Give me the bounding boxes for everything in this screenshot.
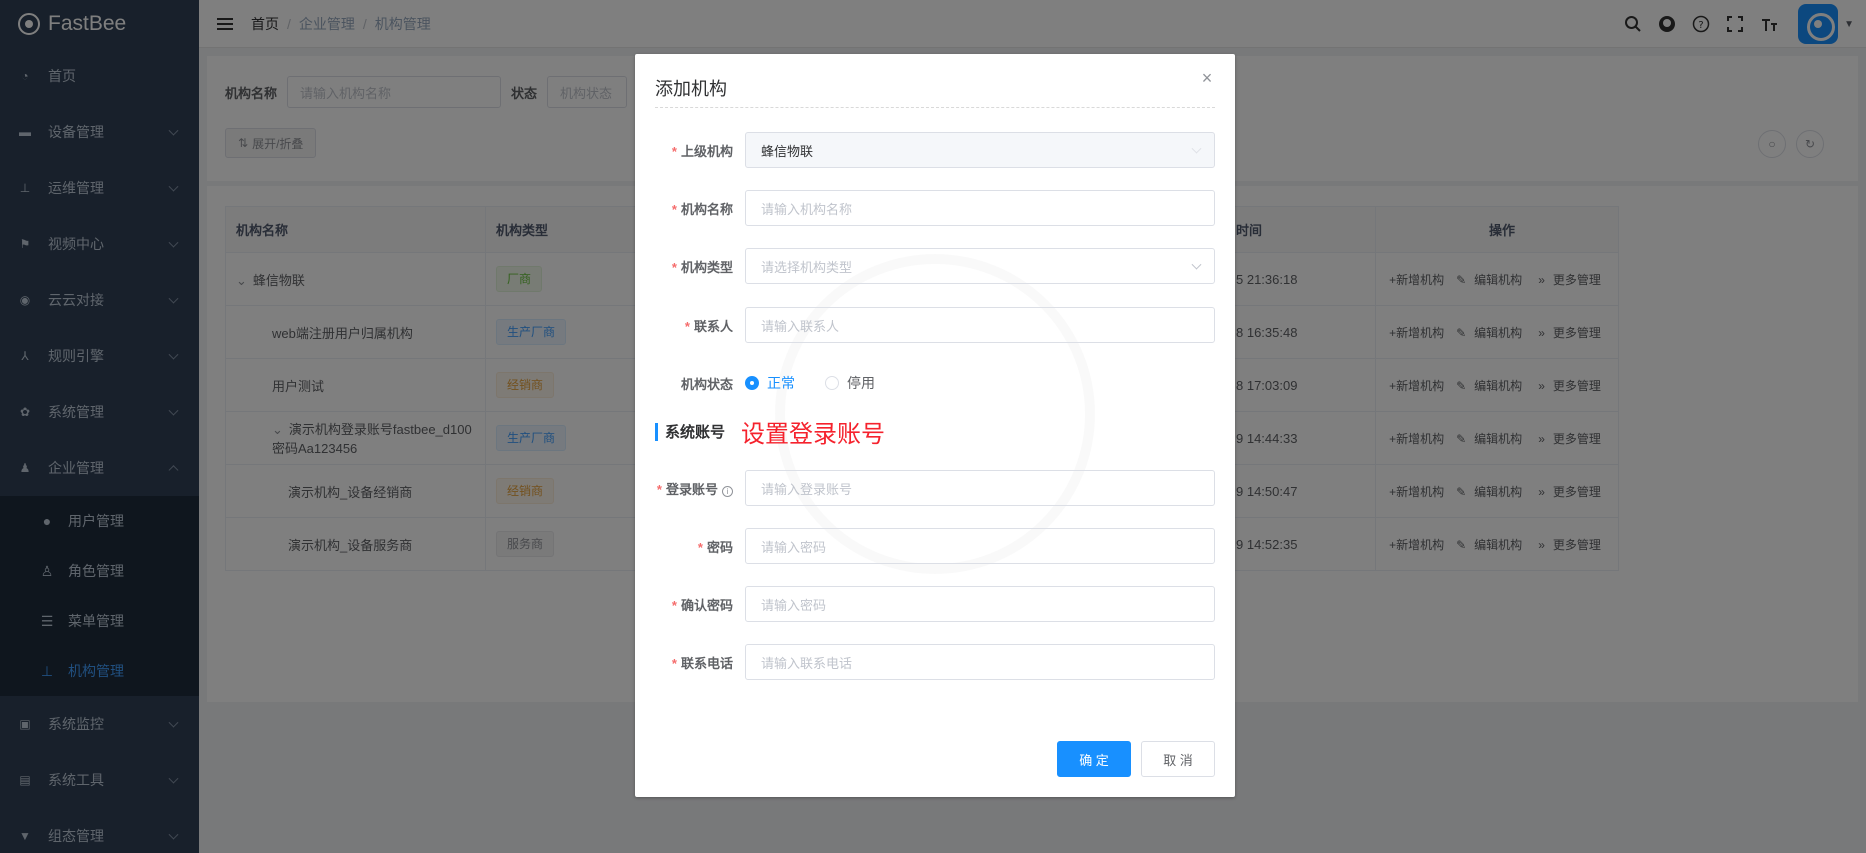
add-org-dialog: 添加机构 × * 上级机构 蜂信物联 * 机构名称 请输入机构名称 * 机构类型 请选… xyxy=(635,54,1235,797)
contact-label: * 联系人 xyxy=(684,318,733,334)
login-account-input[interactable]: 请输入登录账号 xyxy=(745,470,1215,506)
confirm-password-input[interactable]: 请输入密码 xyxy=(745,586,1215,622)
confirm-button[interactable]: 确 定 xyxy=(1057,741,1131,777)
org-type-label: * 机构类型 xyxy=(671,259,733,275)
org-name-label: * 机构名称 xyxy=(671,201,733,217)
section-title: 系统账号 xyxy=(665,424,726,441)
phone-label: * 联系电话 xyxy=(671,655,733,671)
form-row-confirm: * 确认密码 请输入密码 xyxy=(655,586,1215,622)
dialog-title: 添加机构 xyxy=(655,78,727,99)
close-icon[interactable]: × xyxy=(1199,69,1215,87)
org-type-placeholder: 请选择机构类型 xyxy=(761,259,853,275)
form-row-status: 机构状态 正常 停用 xyxy=(655,365,1215,401)
login-account-label: * 登录账号 i xyxy=(655,479,745,498)
form-row-name: * 机构名称 请输入机构名称 xyxy=(655,190,1215,226)
dialog-header: 添加机构 × xyxy=(655,54,1215,108)
system-account-section: 系统账号 设置登录账号 xyxy=(655,414,885,449)
form-row-parent: * 上级机构 蜂信物联 xyxy=(655,132,1215,168)
radio-dot-icon xyxy=(825,376,839,390)
confirm-password-label: * 确认密码 xyxy=(671,597,733,613)
section-annotation: 设置登录账号 xyxy=(741,421,886,448)
form-row-contact: * 联系人 请输入联系人 xyxy=(655,307,1215,343)
parent-org-select[interactable]: 蜂信物联 xyxy=(745,132,1215,168)
password-label: * 密码 xyxy=(697,539,733,555)
dialog-footer: 确 定 取 消 xyxy=(1057,741,1215,777)
parent-org-value: 蜂信物联 xyxy=(761,143,814,159)
form-row-password: * 密码 请输入密码 xyxy=(655,528,1215,564)
form-row-account: * 登录账号 i 请输入登录账号 xyxy=(655,470,1215,506)
status-disabled-radio[interactable]: 停用 xyxy=(825,373,875,393)
parent-org-label: * 上级机构 xyxy=(671,143,733,159)
radio-dot-icon xyxy=(745,376,759,390)
password-input[interactable]: 请输入密码 xyxy=(745,528,1215,564)
chevron-down-icon xyxy=(1191,143,1202,154)
org-type-select[interactable]: 请选择机构类型 xyxy=(745,248,1215,284)
form-row-type: * 机构类型 请选择机构类型 xyxy=(655,248,1215,284)
status-normal-radio[interactable]: 正常 xyxy=(745,373,795,393)
phone-input[interactable]: 请输入联系电话 xyxy=(745,644,1215,680)
app-root: FastBee ◔ 首页 ▬ 设备管理 ⊥ 运维管理 ⚑ 视频中心 ◉ 云云对接… xyxy=(0,0,1866,853)
chevron-down-icon xyxy=(1191,259,1202,270)
org-status-label: 机构状态 xyxy=(680,376,733,392)
form-row-phone: * 联系电话 请输入联系电话 xyxy=(655,644,1215,680)
section-accent-bar xyxy=(655,422,658,441)
cancel-button[interactable]: 取 消 xyxy=(1141,741,1215,777)
info-icon: i xyxy=(722,485,733,497)
contact-input[interactable]: 请输入联系人 xyxy=(745,307,1215,343)
org-name-input[interactable]: 请输入机构名称 xyxy=(745,190,1215,226)
